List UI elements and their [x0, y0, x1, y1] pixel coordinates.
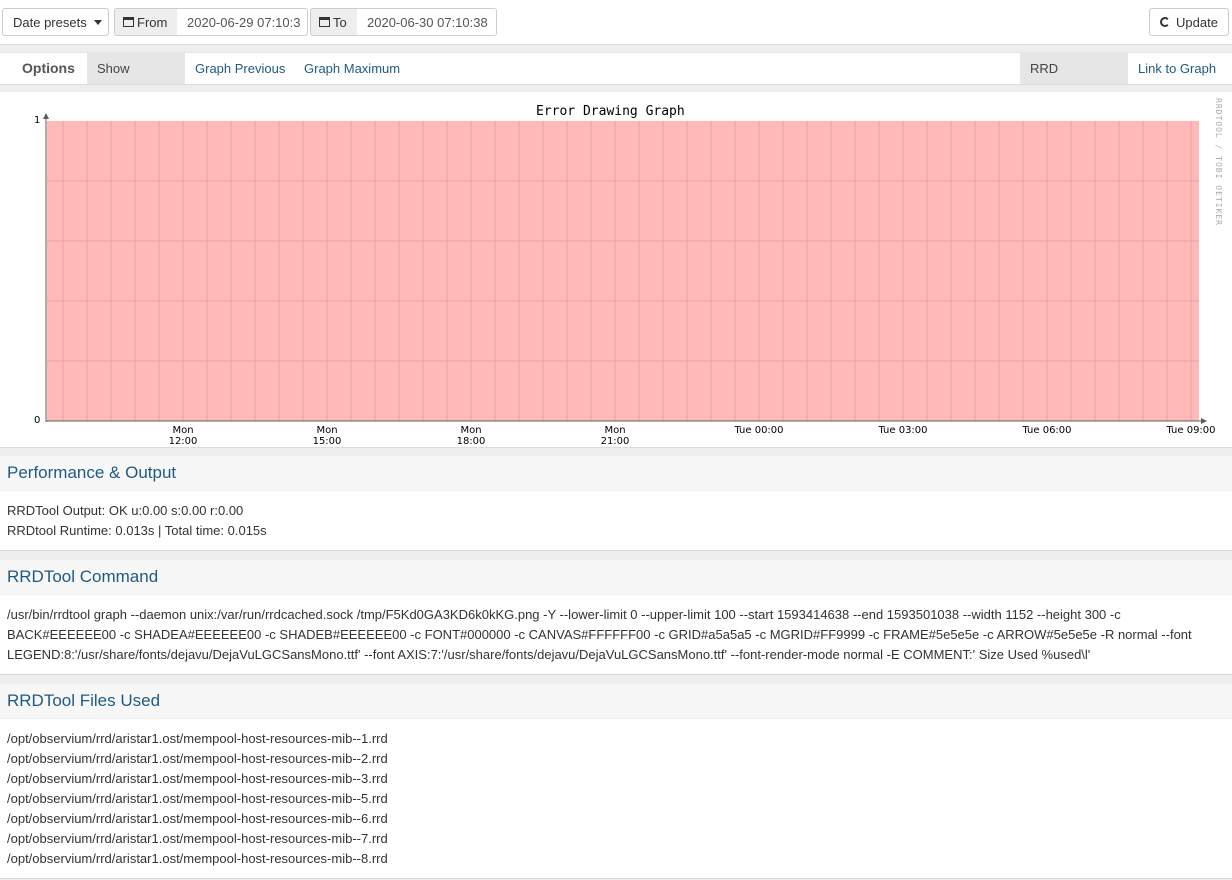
rrdtool-watermark: RRDTOOL / TOBI OETIKER: [1214, 98, 1223, 226]
perf-output-line: RRDTool Output: OK u:0.00 s:0.00 r:0.00: [7, 503, 244, 518]
file-item: /opt/observium/rrd/aristar1.ost/mempool-…: [7, 751, 388, 766]
perf-runtime-line: RRDtool Runtime: 0.013s | Total time: 0.…: [7, 523, 267, 538]
date-presets-dropdown[interactable]: Date presets: [2, 8, 109, 36]
files-title: RRDTool Files Used: [7, 691, 161, 710]
graph-error-area: [47, 121, 1199, 421]
command-line: BACK#EEEEEE00 -c SHADEA#EEEEEE00 -c SHAD…: [7, 627, 1192, 642]
rrd-command-link[interactable]: RRD Command: [1020, 53, 1128, 107]
caret-down-icon: [93, 19, 102, 25]
file-item: /opt/observium/rrd/aristar1.ost/mempool-…: [7, 731, 388, 746]
x-tick-label: Mon 15:00: [312, 425, 342, 447]
command-title: RRDTool Command: [7, 567, 159, 586]
update-button[interactable]: Update: [1149, 8, 1229, 36]
x-tick-label: Mon 18:00: [456, 425, 486, 447]
graph-panel: Error Drawing Graph 1 0 Mon 12:00 Mon 15:…: [0, 92, 1232, 448]
graph-title: Error Drawing Graph: [536, 104, 685, 119]
graph-toolbar: Date presets From 2020-06-29 07:10:3 To …: [0, 0, 1232, 45]
command-header: RRDTool Command: [0, 560, 1232, 595]
files-box: RRDTool Files Used /opt/observium/rrd/ar…: [0, 684, 1232, 879]
to-label-text: To: [333, 14, 347, 30]
options-navbar: Options Show Legend Graph Previous Graph…: [0, 52, 1232, 107]
file-item: /opt/observium/rrd/aristar1.ost/mempool-…: [7, 791, 388, 806]
to-label: To: [310, 8, 358, 36]
y-tick-max: 1: [34, 115, 41, 126]
file-item: /opt/observium/rrd/aristar1.ost/mempool-…: [7, 771, 388, 786]
file-item: /opt/observium/rrd/aristar1.ost/mempool-…: [7, 811, 388, 826]
file-item: /opt/observium/rrd/aristar1.ost/mempool-…: [7, 851, 388, 866]
refresh-icon: [1160, 17, 1171, 27]
y-tick-min: 0: [34, 415, 41, 426]
performance-title: Performance & Output: [7, 463, 177, 482]
calendar-icon: [123, 17, 134, 27]
x-tick-label: Mon 21:00: [600, 425, 630, 447]
y-axis-arrow: [43, 113, 49, 119]
from-label: From: [114, 8, 178, 36]
from-date-value: 2020-06-29 07:10:3: [187, 14, 301, 30]
graph-maximum-link[interactable]: Graph Maximum: [294, 53, 410, 84]
x-tick-label: Tue 00:00: [734, 425, 784, 436]
calendar-icon: [319, 17, 330, 27]
command-line: LEGEND:8:'/usr/share/fonts/dejavu/DejaVu…: [7, 647, 1091, 662]
x-tick-label: Mon 12:00: [168, 425, 198, 447]
files-header: RRDTool Files Used: [0, 684, 1232, 719]
to-date-input[interactable]: 2020-06-30 07:10:38: [357, 8, 497, 36]
x-tick-label: Tue 06:00: [1022, 425, 1072, 436]
command-box: RRDTool Command /usr/bin/rrdtool graph -…: [0, 560, 1232, 675]
show-legend-link[interactable]: Show Legend: [87, 53, 185, 107]
performance-box: Performance & Output RRDTool Output: OK …: [0, 456, 1232, 551]
link-to-graph-link[interactable]: Link to Graph: [1128, 53, 1226, 84]
x-axis-arrow: [1201, 418, 1207, 424]
rrd-graph: [43, 113, 1207, 424]
options-brand: Options: [22, 60, 75, 76]
x-tick-label: Tue 09:00: [1166, 425, 1216, 436]
graph-previous-link[interactable]: Graph Previous: [185, 53, 295, 84]
to-date-value: 2020-06-30 07:10:38: [367, 14, 488, 30]
update-label: Update: [1176, 14, 1218, 30]
performance-header: Performance & Output: [0, 456, 1232, 491]
from-label-text: From: [137, 14, 168, 30]
command-line: /usr/bin/rrdtool graph --daemon unix:/va…: [7, 607, 1121, 622]
file-item: /opt/observium/rrd/aristar1.ost/mempool-…: [7, 831, 388, 846]
from-date-input[interactable]: 2020-06-29 07:10:3: [177, 8, 308, 36]
date-presets-label: Date presets: [13, 14, 87, 30]
x-tick-label: Tue 03:00: [878, 425, 928, 436]
